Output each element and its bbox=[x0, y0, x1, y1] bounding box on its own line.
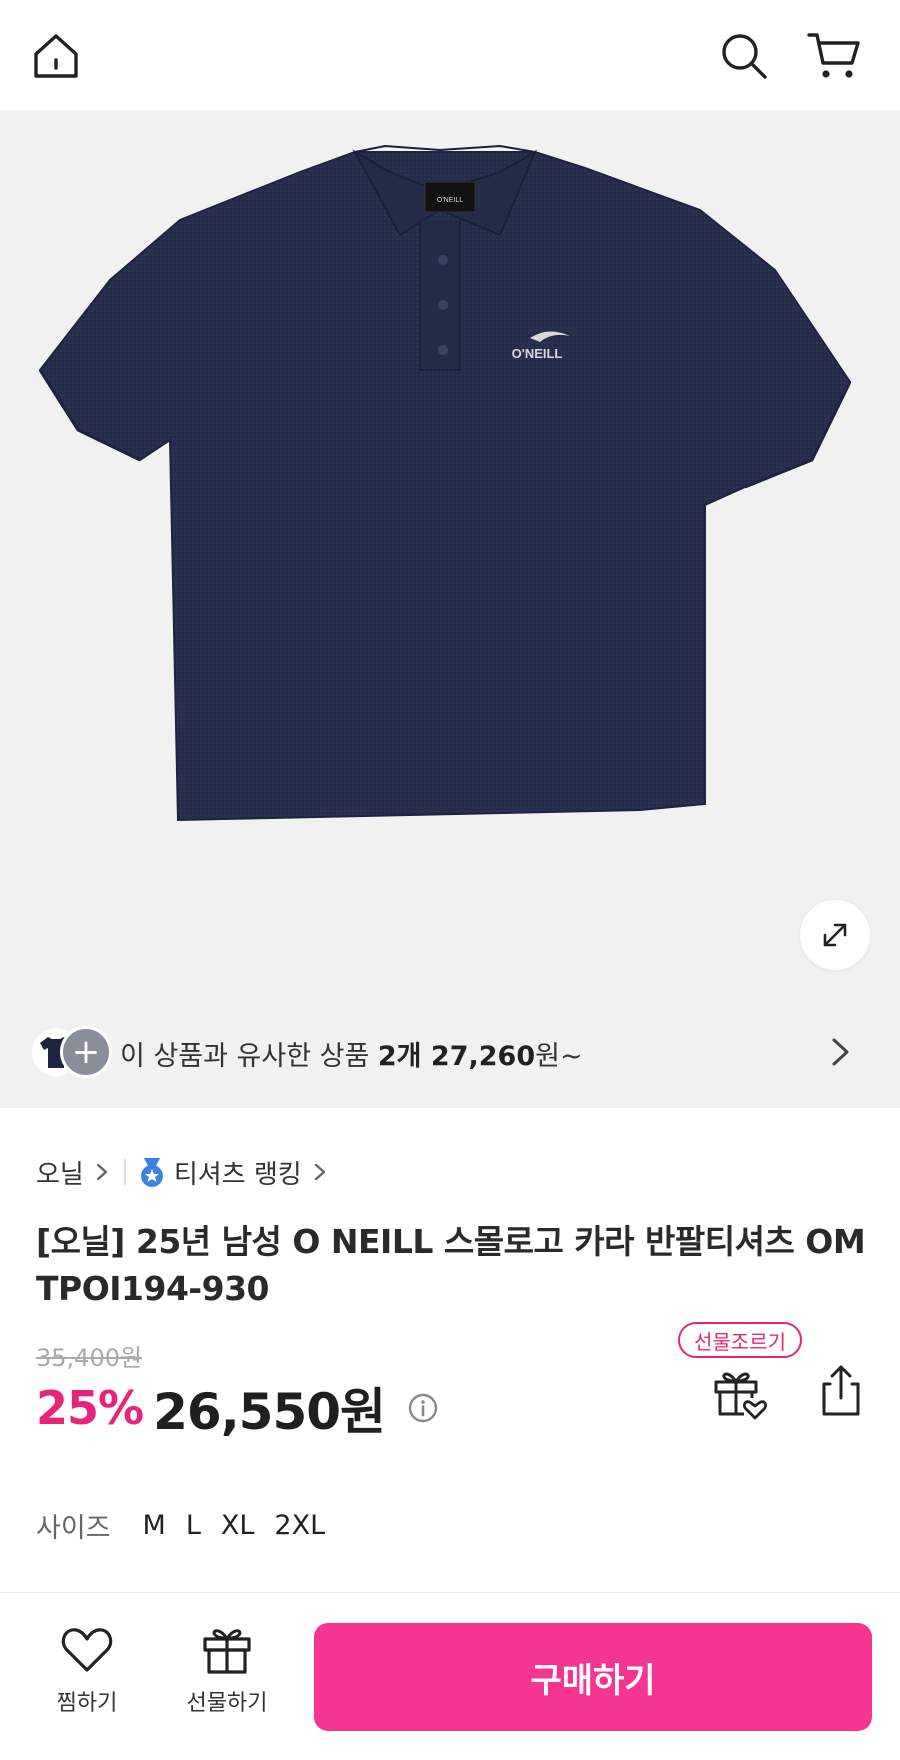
product-title: [오닐] 25년 남성 O NEILL 스몰로고 카라 반팔티셔츠 OM TPO… bbox=[36, 1222, 866, 1308]
gift-icon bbox=[203, 1629, 251, 1674]
size-option: XL bbox=[220, 1510, 255, 1541]
breadcrumb-ranking[interactable]: 티셔츠 랭킹 bbox=[138, 1154, 328, 1191]
size-row: 사이즈 M L XL 2XL bbox=[36, 1506, 345, 1545]
cart-button[interactable] bbox=[800, 24, 868, 88]
info-icon bbox=[408, 1393, 438, 1423]
product-image: O'NEILL O'NEILL bbox=[0, 110, 900, 998]
home-icon bbox=[34, 34, 78, 78]
bottom-action-bar: 찜하기 선물하기 구매하기 bbox=[0, 1592, 900, 1760]
original-price: 35,400원 bbox=[36, 1344, 143, 1372]
similar-more-thumbnail: + bbox=[60, 1026, 112, 1078]
medal-icon bbox=[140, 1158, 163, 1187]
breadcrumb-divider bbox=[123, 1159, 126, 1185]
search-button[interactable] bbox=[712, 24, 776, 88]
gift-heart-icon bbox=[714, 1372, 768, 1420]
gift-request-badge: 선물조르기 bbox=[678, 1322, 802, 1358]
search-icon bbox=[722, 34, 767, 79]
buy-button[interactable]: 구매하기 bbox=[314, 1623, 872, 1731]
size-option: M bbox=[142, 1510, 166, 1541]
similar-thumbnails: + bbox=[30, 1026, 112, 1080]
gift-request-button[interactable] bbox=[708, 1362, 768, 1422]
size-label: 사이즈 bbox=[36, 1513, 111, 1544]
gift-label: 선물하기 bbox=[186, 1691, 268, 1716]
share-icon bbox=[822, 1365, 860, 1416]
chevron-right-icon bbox=[832, 1038, 849, 1066]
price-info-button[interactable] bbox=[407, 1392, 439, 1424]
sale-price: 26,550원 bbox=[153, 1383, 386, 1441]
breadcrumb-brand[interactable]: 오닐 bbox=[36, 1154, 110, 1191]
cart-icon bbox=[807, 33, 860, 78]
size-option: 2XL bbox=[274, 1510, 326, 1541]
expand-arrows-icon bbox=[823, 923, 847, 947]
similar-count-price: 2개 27,260 bbox=[377, 1041, 536, 1072]
discount-rate: 25% bbox=[36, 1381, 144, 1435]
like-button[interactable]: 찜하기 bbox=[32, 1623, 142, 1717]
svg-text:O'NEILL: O'NEILL bbox=[437, 197, 463, 204]
chevron-right-icon bbox=[314, 1163, 325, 1181]
breadcrumb: 오닐 티셔츠 랭킹 bbox=[36, 1152, 328, 1192]
similar-products-banner[interactable]: + 이 상품과 유사한 상품 2개 27,260원~ bbox=[0, 998, 900, 1108]
similar-products-text: 이 상품과 유사한 상품 2개 27,260원~ bbox=[120, 1041, 583, 1072]
plus-icon: + bbox=[71, 1032, 101, 1072]
heart-icon bbox=[61, 1628, 113, 1672]
top-bar bbox=[0, 0, 900, 110]
svg-text:O'NEILL: O'NEILL bbox=[512, 346, 563, 361]
gift-button[interactable]: 선물하기 bbox=[172, 1623, 282, 1717]
expand-image-button[interactable] bbox=[800, 900, 870, 970]
share-button[interactable] bbox=[812, 1362, 870, 1420]
chevron-right-icon bbox=[96, 1163, 108, 1181]
like-label: 찜하기 bbox=[56, 1691, 118, 1716]
polo-shirt-image: O'NEILL O'NEILL bbox=[38, 144, 852, 822]
size-option: L bbox=[185, 1510, 201, 1541]
price-row: 25% 26,550원 bbox=[36, 1372, 439, 1444]
home-button[interactable] bbox=[24, 24, 88, 88]
